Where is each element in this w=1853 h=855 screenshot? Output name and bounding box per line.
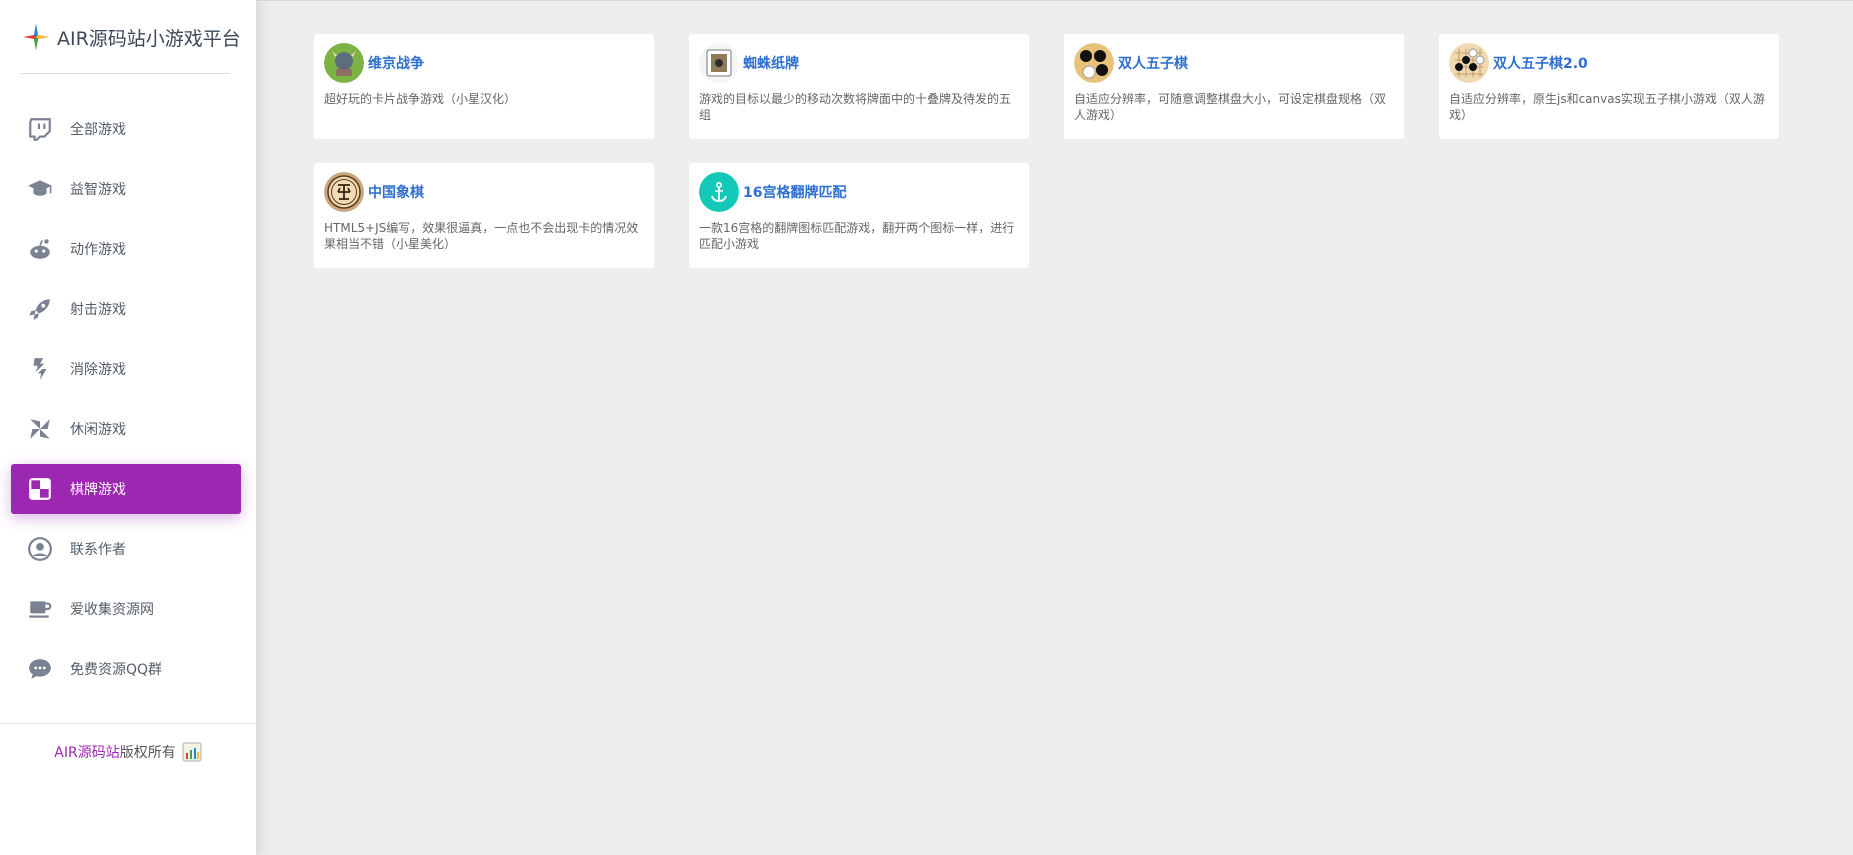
nav-label: 射击游戏 — [70, 302, 126, 318]
xiangqi-thumb — [324, 172, 364, 212]
twitch-icon — [27, 116, 53, 142]
footer-brand-link[interactable]: AIR源码站 — [54, 742, 119, 762]
gomoku2-thumb — [1449, 43, 1489, 83]
coffee-cup-icon — [27, 596, 53, 622]
game-card[interactable]: 双人五子棋2.0 自适应分辨率，原生js和canvas实现五子棋小游戏（双人游戏… — [1439, 34, 1779, 139]
rocket-icon — [27, 296, 53, 322]
nav-item-casual-games[interactable]: 休闲游戏 — [11, 404, 241, 454]
logo-divider — [21, 73, 230, 74]
game-card[interactable]: 中国象棋 HTML5+JS编写，效果很逼真，一点也不会出现卡的情况效果相当不错（… — [314, 163, 654, 268]
spider-card-thumb — [699, 43, 739, 83]
nav-label: 动作游戏 — [70, 242, 126, 258]
game-title-link[interactable]: 蜘蛛纸牌 — [743, 53, 799, 73]
gomoku-thumb — [1074, 43, 1114, 83]
game-description: HTML5+JS编写，效果很逼真，一点也不会出现卡的情况效果相当不错（小星美化） — [324, 221, 639, 251]
nav-item-all-games[interactable]: 全部游戏 — [11, 104, 241, 154]
game-description: 自适应分辨率，可随意调整棋盘大小，可设定棋盘规格（双人游戏） — [1074, 92, 1387, 122]
nav-item-match-games[interactable]: 消除游戏 — [11, 344, 241, 394]
nav-label: 益智游戏 — [70, 182, 126, 198]
nav-label: 爱收集资源网 — [70, 602, 154, 618]
sidebar: AIR源码站小游戏平台 全部游戏 益智游戏 动作游戏 射击游戏 消除游戏 休闲游… — [0, 0, 256, 855]
game-card[interactable]: 16宫格翻牌匹配 一款16宫格的翻牌图标匹配游戏，翻开两个图标一样，进行匹配小游… — [689, 163, 1029, 268]
graduation-cap-icon — [27, 176, 53, 202]
nav-item-puzzle-games[interactable]: 益智游戏 — [11, 164, 241, 214]
copyright-footer: AIR源码站 版权所有 — [0, 742, 256, 762]
star-logo-icon — [23, 24, 49, 50]
nav-label: 免费资源QQ群 — [70, 662, 163, 678]
top-border — [256, 0, 1853, 1]
nav-item-qq-group[interactable]: 免费资源QQ群 — [11, 644, 241, 694]
site-title: AIR源码站小游戏平台 — [57, 27, 241, 50]
nav-label: 消除游戏 — [70, 362, 126, 378]
game-card[interactable]: 蜘蛛纸牌 游戏的目标以最少的移动次数将牌面中的十叠牌及待发的五组 — [689, 34, 1029, 139]
game-title-link[interactable]: 中国象棋 — [368, 182, 424, 202]
nav-label: 休闲游戏 — [70, 422, 126, 438]
nav-item-action-games[interactable]: 动作游戏 — [11, 224, 241, 274]
nav-item-shooting-games[interactable]: 射击游戏 — [11, 284, 241, 334]
game-description: 超好玩的卡片战争游戏（小星汉化） — [324, 92, 517, 106]
footer-copyright-text: 版权所有 — [119, 745, 176, 761]
game-description: 一款16宫格的翻牌图标匹配游戏，翻开两个图标一样，进行匹配小游戏 — [699, 221, 1015, 251]
user-circle-icon — [27, 536, 53, 562]
game-title-link[interactable]: 双人五子棋2.0 — [1493, 53, 1588, 73]
game-title-link[interactable]: 双人五子棋 — [1118, 53, 1188, 73]
game-card[interactable]: 双人五子棋 自适应分辨率，可随意调整棋盘大小，可设定棋盘规格（双人游戏） — [1064, 34, 1404, 139]
game-description: 游戏的目标以最少的移动次数将牌面中的十叠牌及待发的五组 — [699, 92, 1012, 122]
nav-label: 全部游戏 — [70, 122, 126, 138]
logo[interactable]: AIR源码站小游戏平台 — [21, 20, 241, 54]
nav-item-resource-site[interactable]: 爱收集资源网 — [11, 584, 241, 634]
nav-label: 联系作者 — [70, 542, 126, 558]
footer-divider — [0, 723, 256, 724]
nav-label: 棋牌游戏 — [70, 482, 126, 498]
game-description: 自适应分辨率，原生js和canvas实现五子棋小游戏（双人游戏） — [1449, 92, 1765, 122]
puzzle-icon — [27, 356, 53, 382]
game-title-link[interactable]: 16宫格翻牌匹配 — [743, 182, 846, 202]
reddit-robot-icon — [27, 236, 53, 262]
nav-item-contact-author[interactable]: 联系作者 — [11, 524, 241, 574]
game-title-link[interactable]: 维京战争 — [368, 53, 424, 73]
pinwheel-icon — [27, 416, 53, 442]
checkerboard-icon — [27, 476, 53, 502]
nav-item-board-games[interactable]: 棋牌游戏 — [11, 464, 241, 514]
chat-bubble-icon — [27, 656, 53, 682]
anchor-thumb — [699, 172, 739, 212]
viking-thumb — [324, 43, 364, 83]
category-nav: 全部游戏 益智游戏 动作游戏 射击游戏 消除游戏 休闲游戏 棋牌游戏 联系作者 … — [11, 104, 241, 704]
stats-badge-icon[interactable] — [182, 742, 202, 762]
game-card[interactable]: 维京战争 超好玩的卡片战争游戏（小星汉化） — [314, 34, 654, 139]
game-card-grid: 维京战争 超好玩的卡片战争游戏（小星汉化） 蜘蛛纸牌 游戏的目标以最少的移动次数… — [314, 34, 1794, 268]
